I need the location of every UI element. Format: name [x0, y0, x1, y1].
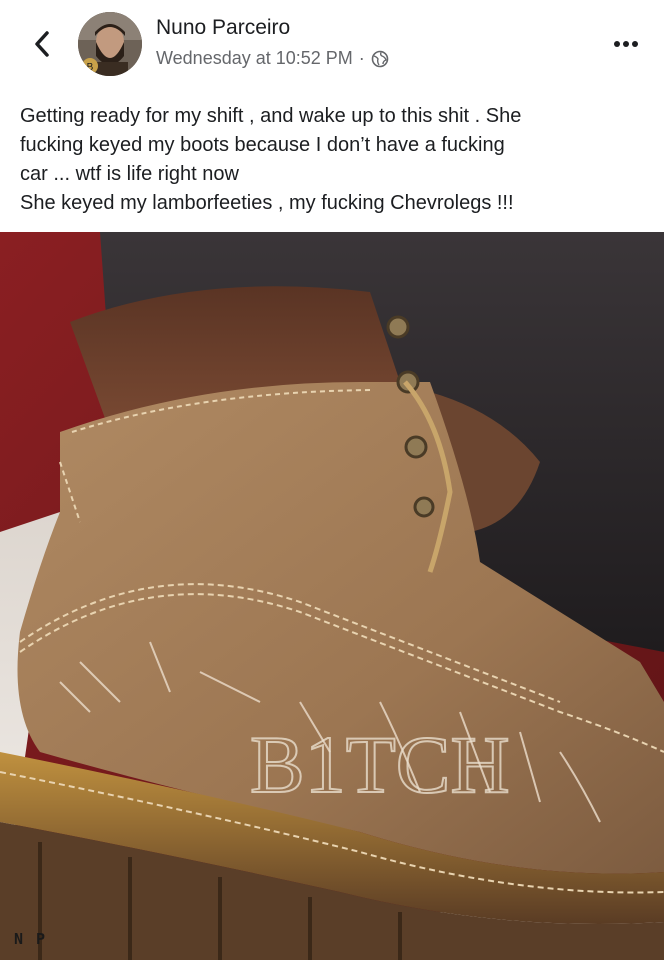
chevron-left-icon — [35, 31, 49, 57]
scratched-text: B1TCH — [250, 719, 510, 810]
avatar[interactable]: B — [78, 12, 142, 76]
post-photo[interactable]: B1TCH N P — [0, 232, 664, 960]
back-button[interactable] — [22, 24, 62, 64]
photo-watermark: N P — [14, 930, 48, 948]
post-text-line: She keyed my lamborfeeties , my fucking … — [20, 192, 514, 214]
post-header: B Nuno Parceiro Wednesday at 10:52 PM · — [0, 0, 664, 92]
svg-text:B: B — [87, 62, 94, 73]
more-options-button[interactable] — [606, 26, 646, 62]
post-text-line: Getting ready for my shift , and wake up… — [20, 105, 522, 127]
more-horizontal-icon — [614, 41, 638, 47]
post-text-line: car ... wtf is life right now — [20, 163, 239, 185]
author-name[interactable]: Nuno Parceiro — [156, 16, 290, 40]
post-text-line: fucking keyed my boots because I don’t h… — [20, 134, 505, 156]
post-text: Getting ready for my shift , and wake up… — [20, 102, 650, 218]
meta-separator: · — [358, 48, 365, 68]
post-meta: Wednesday at 10:52 PM · — [156, 48, 389, 69]
timestamp[interactable]: Wednesday at 10:52 PM — [156, 48, 353, 69]
globe-icon — [371, 50, 389, 68]
